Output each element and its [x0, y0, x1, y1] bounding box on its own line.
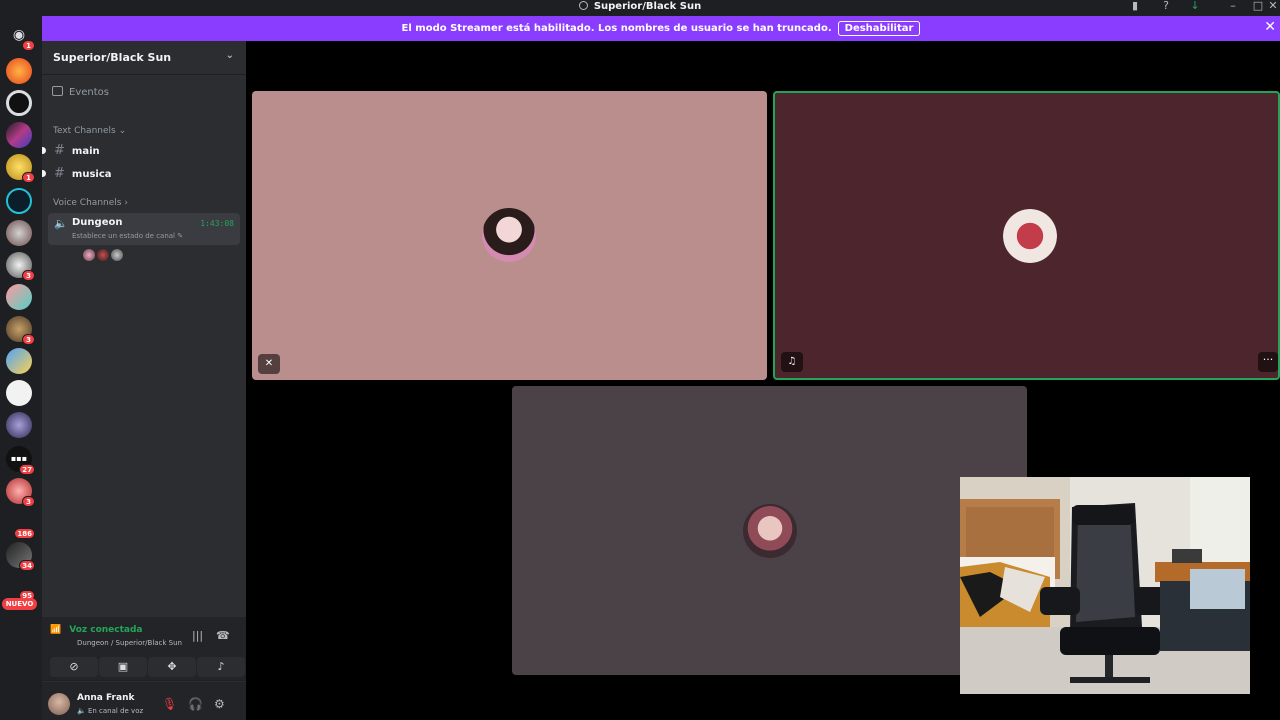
server-rail: ◉ 1 1 3 3 ▪▪▪ 27 3 186 34 95 NUEVO [0, 16, 42, 720]
participant-tile-speaking[interactable]: ♫ ··· [773, 91, 1280, 380]
server-icon[interactable]: 3 [6, 478, 35, 507]
hash-icon: # [54, 166, 65, 181]
user-status: 🔈 En canal de voz [77, 707, 144, 715]
server-icon[interactable] [6, 58, 32, 84]
voice-member-avatar[interactable] [96, 248, 110, 262]
voice-member-avatar[interactable] [110, 248, 124, 262]
close-banner-icon[interactable]: ✕ [1264, 19, 1276, 35]
voice-channels-category[interactable]: Voice Channels › [53, 198, 128, 208]
channel-status[interactable]: Establece un estado de canal ✎ [72, 232, 183, 240]
more-options-icon[interactable]: ··· [1258, 352, 1278, 372]
disconnect-icon[interactable]: ☎ [216, 629, 230, 642]
badge: 3 [22, 496, 35, 507]
disable-streamer-button[interactable]: Deshabilitar [837, 21, 921, 36]
unread-indicator [42, 147, 46, 154]
participant-avatar [1003, 209, 1057, 263]
badge: 34 [19, 560, 35, 571]
voice-status[interactable]: Voz conectada [69, 625, 142, 635]
activities-button[interactable]: ✥ [148, 657, 196, 677]
voice-connection-panel: 📶 Voz conectada Dungeon / Superior/Black … [42, 617, 246, 681]
server-icon[interactable]: 186 [6, 510, 35, 539]
camera-feed-image [960, 477, 1250, 694]
channel-musica[interactable]: # musica [54, 166, 112, 181]
streamer-mode-banner: El modo Streamer está habilitado. Los no… [42, 16, 1280, 41]
voice-channel-name: Dungeon [72, 217, 123, 228]
window-title: Superior/Black Sun [0, 0, 1280, 13]
server-icon[interactable] [6, 220, 32, 246]
download-icon[interactable]: ↓ [1188, 0, 1202, 13]
server-icon[interactable]: 95 [6, 572, 35, 601]
speaker-icon: 🔈 [54, 217, 68, 230]
server-icon[interactable] [6, 284, 32, 310]
calendar-icon [52, 86, 63, 96]
hash-icon: # [54, 143, 65, 158]
chevron-down-icon: ⌄ [225, 50, 234, 61]
server-name: Superior/Black Sun [53, 51, 172, 64]
badge: 186 [14, 528, 35, 539]
badge: 27 [19, 464, 35, 475]
server-icon[interactable]: ▪▪▪ 27 [6, 446, 35, 475]
window-titlebar: Superior/Black Sun ▮ ? ↓ – □ ✕ [0, 0, 1280, 16]
participant-avatar [743, 504, 797, 558]
channel-sidebar: Superior/Black Sun ⌄ Eventos Text Channel… [42, 41, 246, 720]
soundboard-button[interactable]: ♪ [197, 657, 245, 677]
deafened-icon: ♫ [781, 352, 803, 372]
participant-tile[interactable] [512, 386, 1027, 675]
server-icon[interactable] [6, 412, 32, 438]
camera-off-button[interactable]: ⊘ [50, 657, 98, 677]
channel-main[interactable]: # main [54, 143, 100, 158]
participant-avatar [482, 208, 536, 262]
server-icon[interactable]: 3 [6, 316, 35, 345]
direct-messages-icon[interactable]: ◉ 1 [6, 22, 35, 51]
avatar[interactable] [48, 693, 70, 715]
voice-location: Dungeon / Superior/Black Sun [77, 639, 182, 647]
mute-microphone-icon[interactable]: 🎙 [162, 697, 177, 711]
minimize-icon[interactable]: – [1226, 0, 1240, 13]
muted-mic-icon: ✕ [258, 354, 280, 374]
camera-preview[interactable] [960, 477, 1250, 694]
server-header[interactable]: Superior/Black Sun ⌄ [42, 41, 246, 75]
server-icon[interactable] [6, 348, 32, 374]
help-icon[interactable]: ? [1159, 0, 1173, 13]
screen-share-button[interactable]: ▣ [99, 657, 147, 677]
call-timer: 1:43:08 [200, 219, 234, 228]
server-icon[interactable] [6, 380, 32, 406]
new-badge: NUEVO [2, 598, 37, 610]
gear-icon[interactable]: ⚙ [214, 697, 225, 711]
server-icon[interactable]: 1 [6, 154, 35, 183]
username[interactable]: Anna Frank [77, 693, 134, 703]
badge: 3 [22, 334, 35, 345]
badge: 1 [22, 40, 35, 51]
unread-indicator [42, 170, 46, 177]
headphones-icon[interactable]: 🎧 [188, 697, 203, 711]
inbox-icon[interactable]: ▮ [1128, 0, 1142, 13]
participant-tile[interactable]: ✕ [252, 91, 767, 380]
server-icon[interactable] [6, 188, 32, 214]
close-icon[interactable]: ✕ [1267, 0, 1279, 13]
server-icon[interactable] [6, 90, 32, 116]
badge: 1 [22, 172, 35, 183]
server-icon[interactable]: 34 [6, 542, 35, 571]
voice-channel-dungeon[interactable]: 🔈 Dungeon 1:43:08 Establece un estado de… [48, 213, 240, 245]
server-icon[interactable] [6, 122, 32, 148]
user-panel: Anna Frank 🔈 En canal de voz 🎙 🎧 ⚙ [42, 682, 246, 720]
events-item[interactable]: Eventos [52, 86, 109, 98]
voice-member-avatar[interactable] [82, 248, 96, 262]
badge: 3 [22, 270, 35, 281]
server-icon[interactable]: 3 [6, 252, 35, 281]
text-channels-category[interactable]: Text Channels ⌄ [53, 126, 126, 136]
banner-message: El modo Streamer está habilitado. Los no… [401, 23, 832, 34]
app-logo-icon [578, 1, 588, 10]
signal-icon[interactable]: 📶 [50, 625, 61, 635]
noise-suppression-icon[interactable]: ||| [192, 629, 203, 642]
speaker-icon: 🔈 [77, 707, 86, 715]
maximize-icon[interactable]: □ [1251, 0, 1265, 13]
